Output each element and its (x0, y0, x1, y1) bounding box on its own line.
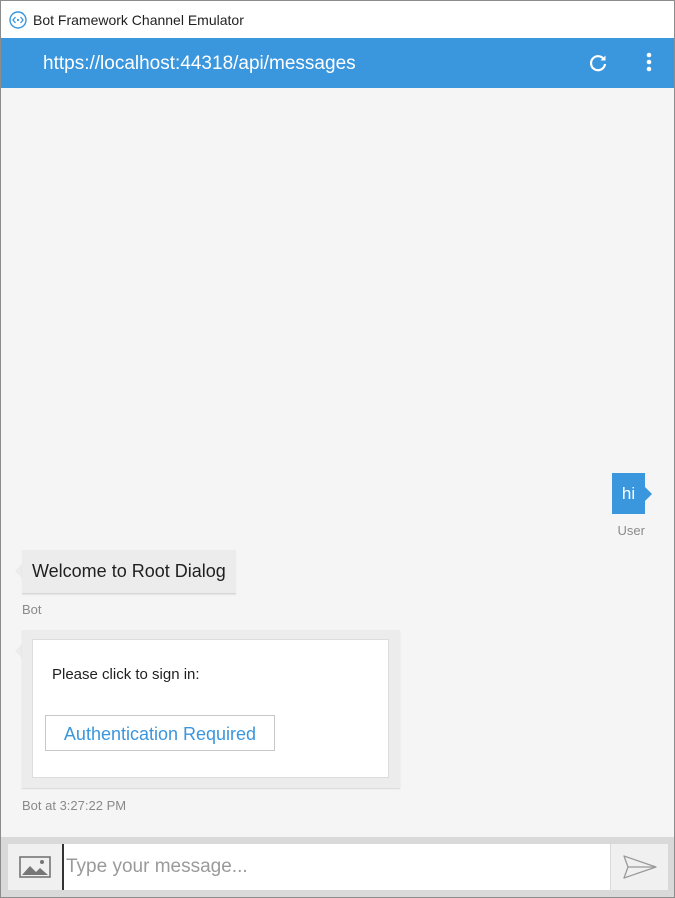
message-input[interactable] (62, 844, 610, 890)
bot-message-bubble[interactable]: Welcome to Root Dialog (22, 550, 236, 594)
title-bar: Bot Framework Channel Emulator (1, 1, 674, 38)
chat-history[interactable]: hi User Welcome to Root Dialog Bot Pleas… (1, 88, 674, 837)
address-bar: https://localhost:44318/api/messages (1, 38, 674, 88)
user-bubble-tail (645, 487, 652, 501)
image-upload-icon (19, 856, 51, 878)
bot-message-label: Bot (22, 602, 42, 617)
card-bubble-tail (15, 644, 22, 658)
user-message-label: User (617, 523, 645, 538)
bot-emulator-icon (9, 11, 27, 29)
user-message-bubble[interactable]: hi (612, 473, 645, 514)
refresh-button[interactable] (585, 50, 611, 76)
message-timestamp: Bot at 3:27:22 PM (22, 798, 127, 813)
send-button[interactable] (611, 844, 668, 890)
window-title: Bot Framework Channel Emulator (33, 12, 244, 28)
emulator-window: Bot Framework Channel Emulator https://l… (0, 0, 675, 898)
refresh-icon (589, 55, 607, 72)
more-vertical-icon (646, 52, 652, 72)
upload-image-button[interactable] (8, 844, 62, 890)
signin-card-body: Please click to sign in: Authentication … (32, 639, 389, 778)
authentication-required-button[interactable]: Authentication Required (45, 715, 275, 751)
send-icon (623, 855, 657, 879)
signin-card-text: Please click to sign in: (52, 666, 200, 683)
message-input-bar (1, 837, 674, 897)
bot-bubble-tail (15, 564, 22, 578)
endpoint-url[interactable]: https://localhost:44318/api/messages (43, 52, 356, 76)
signin-card: Please click to sign in: Authentication … (22, 630, 400, 788)
more-options-button[interactable] (637, 50, 661, 76)
